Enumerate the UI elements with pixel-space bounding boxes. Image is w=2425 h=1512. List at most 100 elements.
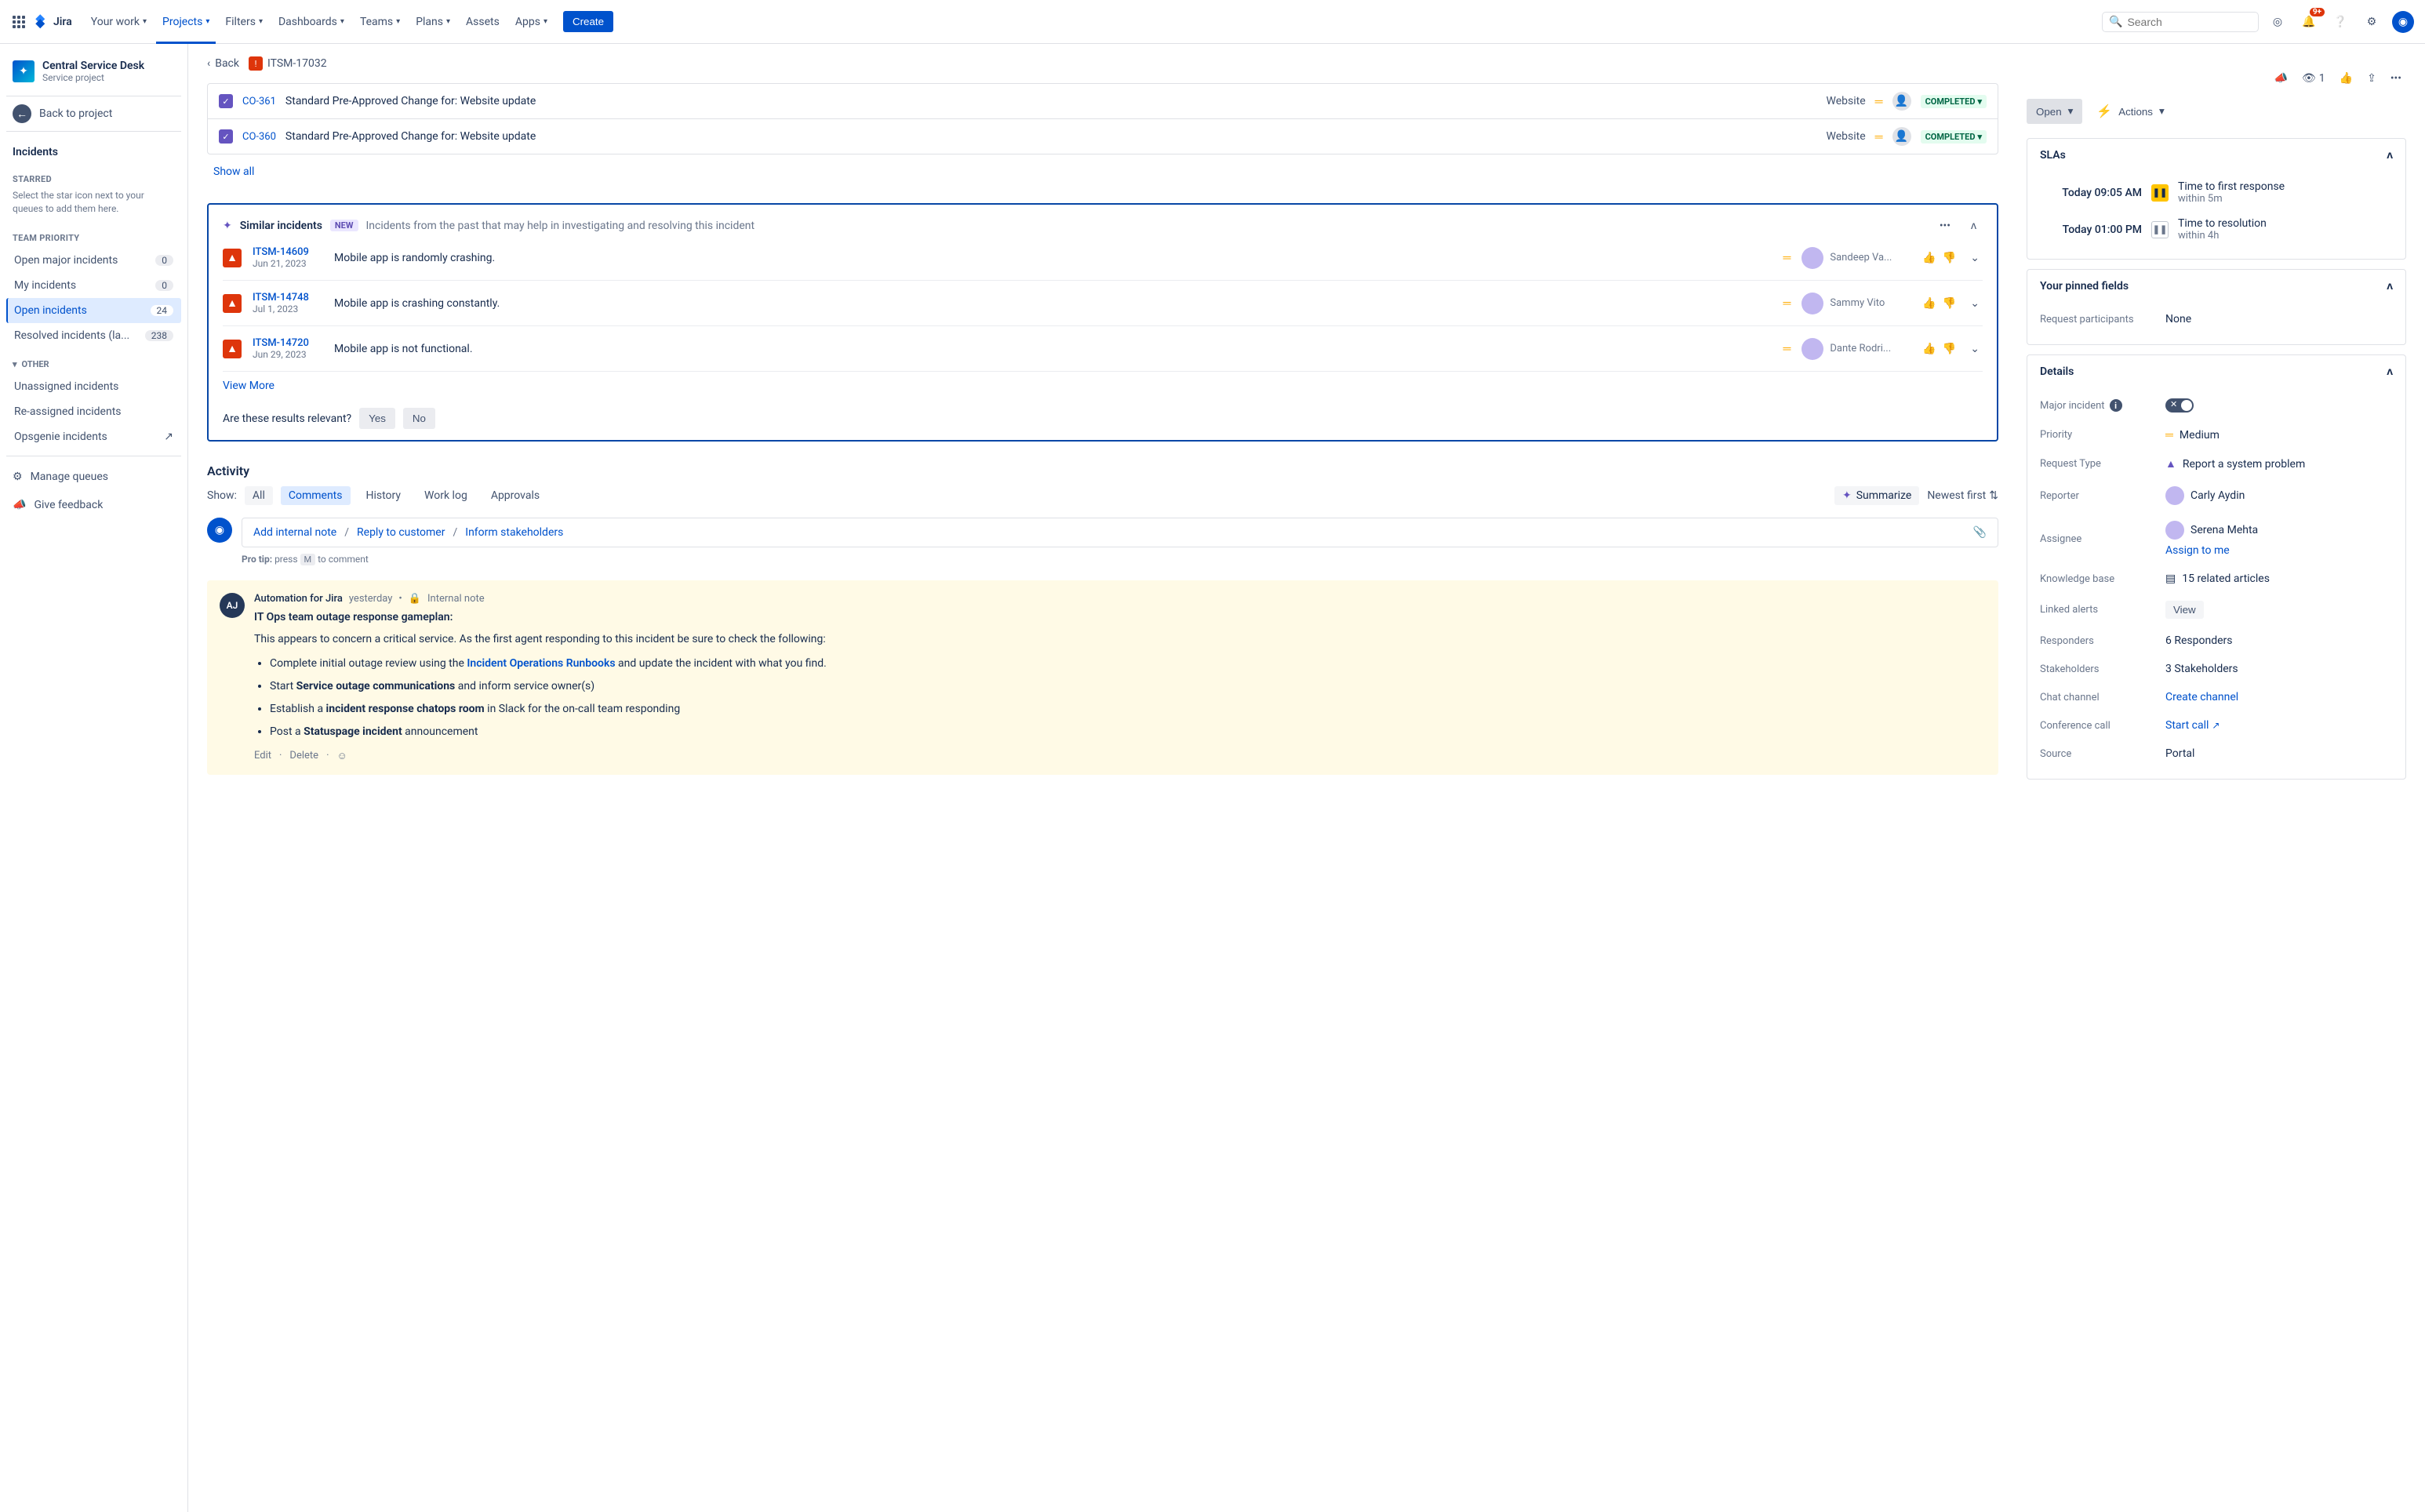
slas-toggle[interactable]: SLAsʌ <box>2027 139 2405 171</box>
rovo-icon[interactable]: ◎ <box>2265 9 2290 35</box>
feedback-icon[interactable]: 📣 <box>2270 69 2292 88</box>
reporter-value[interactable]: Carly Aydin <box>2165 486 2393 505</box>
app-switcher-icon[interactable] <box>9 13 28 31</box>
tab-worklog[interactable]: Work log <box>416 486 475 505</box>
other-group-toggle[interactable]: ▾OTHER <box>6 348 181 374</box>
stakeholders-value[interactable]: 3 Stakeholders <box>2165 663 2393 675</box>
actions-dropdown[interactable]: ⚡Actions▾ <box>2093 97 2167 125</box>
create-button[interactable]: Create <box>563 11 613 32</box>
issue-key[interactable]: !ITSM-17032 <box>249 56 327 71</box>
nav-assets[interactable]: Assets <box>460 13 506 31</box>
request-type-value[interactable]: ▲Report a system problem <box>2165 457 2393 471</box>
major-incident-toggle[interactable]: ✕ <box>2165 398 2194 413</box>
thumbs-down-icon[interactable]: 👎 <box>1943 343 1956 355</box>
help-icon[interactable]: ❔ <box>2328 9 2353 35</box>
linked-row[interactable]: ✓ CO-361 Standard Pre-Approved Change fo… <box>208 84 1998 119</box>
queue-open-major[interactable]: Open major incidents0 <box>6 248 181 273</box>
thumbs-up-icon[interactable]: 👍 <box>1922 252 1936 264</box>
relevance-no-button[interactable]: No <box>403 408 435 429</box>
tab-comments[interactable]: Comments <box>281 486 351 505</box>
field-value[interactable]: None <box>2165 313 2393 325</box>
like-icon[interactable]: 👍 <box>2335 69 2358 88</box>
queue-opsgenie[interactable]: Opsgenie incidents↗ <box>6 424 181 449</box>
create-channel-link[interactable]: Create channel <box>2165 691 2238 703</box>
more-actions-icon[interactable]: ••• <box>2386 69 2406 88</box>
settings-icon[interactable]: ⚙ <box>2359 9 2384 35</box>
linked-dest: Website <box>1827 95 1866 107</box>
runbooks-link[interactable]: Incident Operations Runbooks <box>467 657 615 670</box>
thumbs-down-icon[interactable]: 👎 <box>1943 252 1956 264</box>
queue-unassigned[interactable]: Unassigned incidents <box>6 374 181 399</box>
thumbs-down-icon[interactable]: 👎 <box>1943 297 1956 310</box>
comment-bullets: Complete initial outage review using the… <box>270 656 1986 740</box>
nav-projects[interactable]: Projects▾ <box>156 13 216 31</box>
tab-history[interactable]: History <box>358 486 409 505</box>
similar-key[interactable]: ITSM-14609 <box>253 246 309 258</box>
similar-key[interactable]: ITSM-14720 <box>253 337 309 349</box>
expand-icon[interactable]: ⌄ <box>1967 340 1983 358</box>
comment-input[interactable]: Add internal note / Reply to customer / … <box>242 518 1998 547</box>
linked-row[interactable]: ✓ CO-360 Standard Pre-Approved Change fo… <box>208 119 1998 154</box>
watch-button[interactable]: 👁1 <box>2297 69 2330 88</box>
view-more-link[interactable]: View More <box>223 380 274 392</box>
queue-open-incidents[interactable]: Open incidents24 <box>6 298 181 323</box>
expand-icon[interactable]: ⌄ <box>1967 249 1983 267</box>
details-toggle[interactable]: Detailsʌ <box>2027 355 2405 387</box>
nav-plans[interactable]: Plans▾ <box>409 13 456 31</box>
linked-key[interactable]: CO-360 <box>242 131 276 143</box>
assign-to-me-link[interactable]: Assign to me <box>2165 544 2230 557</box>
expand-icon[interactable]: ⌄ <box>1967 294 1983 313</box>
nav-apps[interactable]: Apps▾ <box>509 13 554 31</box>
more-menu-icon[interactable]: ••• <box>1933 216 1957 235</box>
search-input[interactable] <box>2127 16 2252 28</box>
back-to-project[interactable]: ← Back to project <box>6 96 181 132</box>
react-icon[interactable]: ☺ <box>336 750 347 762</box>
thumbs-up-icon[interactable]: 👍 <box>1922 297 1936 310</box>
notifications-icon[interactable]: 🔔9+ <box>2296 9 2321 35</box>
queue-my-incidents[interactable]: My incidents0 <box>6 273 181 298</box>
give-feedback[interactable]: 📣Give feedback <box>6 491 181 519</box>
nav-filters[interactable]: Filters▾ <box>219 13 269 31</box>
show-all-link[interactable]: Show all <box>213 165 254 178</box>
project-header[interactable]: ✦ Central Service Desk Service project <box>6 53 181 89</box>
tab-all[interactable]: All <box>245 486 273 505</box>
inform-stakeholders[interactable]: Inform stakeholders <box>465 526 563 539</box>
relevance-yes-button[interactable]: Yes <box>359 408 395 429</box>
view-alerts-button[interactable]: View <box>2165 601 2204 619</box>
sla-within: within 4h <box>2178 230 2267 242</box>
book-icon: ▤ <box>2165 572 2176 585</box>
thumbs-up-icon[interactable]: 👍 <box>1922 343 1936 355</box>
edit-comment[interactable]: Edit <box>254 750 271 762</box>
back-link[interactable]: ‹Back <box>207 57 239 70</box>
priority-value[interactable]: ═Medium <box>2165 428 2393 442</box>
linked-key[interactable]: CO-361 <box>242 96 276 107</box>
nav-teams[interactable]: Teams▾ <box>354 13 406 31</box>
collapse-icon[interactable]: ʌ <box>1965 216 1983 235</box>
nav-your-work[interactable]: Your work▾ <box>85 13 153 31</box>
add-internal-note[interactable]: Add internal note <box>253 526 336 539</box>
search-box[interactable]: 🔍 <box>2102 12 2259 32</box>
jira-logo[interactable]: Jira <box>31 13 72 31</box>
share-icon[interactable]: ⇪ <box>2362 69 2381 88</box>
info-icon[interactable]: i <box>2110 399 2122 412</box>
assignee-value[interactable]: Serena Mehta <box>2165 521 2258 540</box>
nav-dashboards[interactable]: Dashboards▾ <box>272 13 351 31</box>
manage-queues[interactable]: ⚙Manage queues <box>6 463 181 491</box>
summarize-button[interactable]: ✦Summarize <box>1834 486 1919 505</box>
reply-to-customer[interactable]: Reply to customer <box>357 526 445 539</box>
responders-value[interactable]: 6 Responders <box>2165 634 2393 647</box>
queue-resolved[interactable]: Resolved incidents (la...238 <box>6 323 181 348</box>
priority-icon: ═ <box>1783 251 1791 264</box>
kb-value[interactable]: ▤15 related articles <box>2165 572 2393 585</box>
sort-toggle[interactable]: Newest first⇅ <box>1927 489 1998 502</box>
status-dropdown[interactable]: Open▾ <box>2027 99 2082 124</box>
attach-icon[interactable]: 📎 <box>1973 526 1987 539</box>
start-call-link[interactable]: Start call↗ <box>2165 719 2220 732</box>
profile-avatar[interactable]: ◉ <box>2390 9 2416 35</box>
queue-reassigned[interactable]: Re-assigned incidents <box>6 399 181 424</box>
similar-key[interactable]: ITSM-14748 <box>253 292 309 303</box>
tab-approvals[interactable]: Approvals <box>483 486 547 505</box>
pinned-toggle[interactable]: Your pinned fieldsʌ <box>2027 270 2405 302</box>
delete-comment[interactable]: Delete <box>289 750 318 762</box>
sla-row: Today 09:05 AM ❚❚ Time to first response… <box>2040 174 2393 211</box>
